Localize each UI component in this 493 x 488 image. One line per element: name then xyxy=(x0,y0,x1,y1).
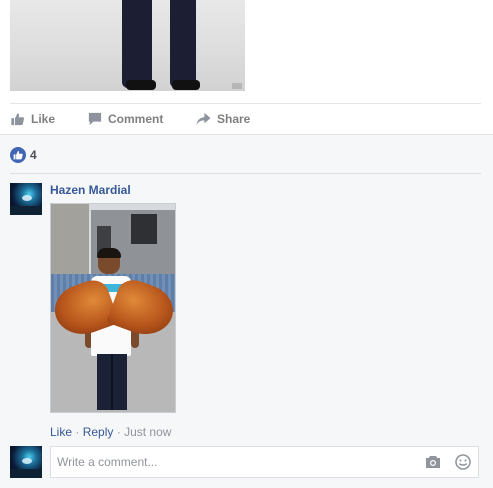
comment-icon xyxy=(88,112,102,126)
comment-timestamp: Just now xyxy=(124,425,172,439)
post-photo[interactable] xyxy=(10,0,245,91)
share-label: Share xyxy=(217,112,251,126)
reaction-summary[interactable]: 4 xyxy=(10,147,37,163)
meta-separator: · xyxy=(116,425,121,439)
avatar[interactable] xyxy=(10,446,42,478)
like-button[interactable]: Like xyxy=(10,108,55,130)
like-reaction-badge xyxy=(10,147,26,163)
photo-leg-right xyxy=(170,0,196,88)
thumbs-up-icon xyxy=(13,150,23,160)
camera-icon[interactable] xyxy=(425,455,441,469)
reaction-count: 4 xyxy=(30,148,37,162)
comment-author-link[interactable]: Hazen Mardial xyxy=(50,183,131,197)
thumbs-up-icon xyxy=(11,113,25,126)
comments-section: 4 Hazen Mardial Like · Reply · Just now xyxy=(0,134,493,488)
avatar[interactable] xyxy=(10,183,42,215)
comment-input[interactable] xyxy=(51,447,423,477)
comment-button[interactable]: Comment xyxy=(88,108,163,130)
comments-divider xyxy=(10,173,481,174)
comment-reply-link[interactable]: Reply xyxy=(83,425,114,439)
photo-watermark xyxy=(232,83,242,89)
comment-photo[interactable] xyxy=(50,203,176,413)
post-divider xyxy=(10,103,481,104)
comment-composer xyxy=(50,446,479,478)
emoji-icon[interactable] xyxy=(455,454,471,470)
photo-leg-left xyxy=(122,0,152,88)
meta-separator: · xyxy=(75,425,80,439)
photo-shoe-left xyxy=(126,80,156,90)
comment-label: Comment xyxy=(108,112,164,126)
comment-meta: Like · Reply · Just now xyxy=(50,425,171,439)
like-label: Like xyxy=(31,112,56,126)
photo-shoe-right xyxy=(172,80,200,90)
post-action-bar: Like Comment Share xyxy=(10,108,310,130)
share-button[interactable]: Share xyxy=(196,108,250,130)
comment-like-link[interactable]: Like xyxy=(50,425,72,439)
share-icon xyxy=(196,112,211,126)
